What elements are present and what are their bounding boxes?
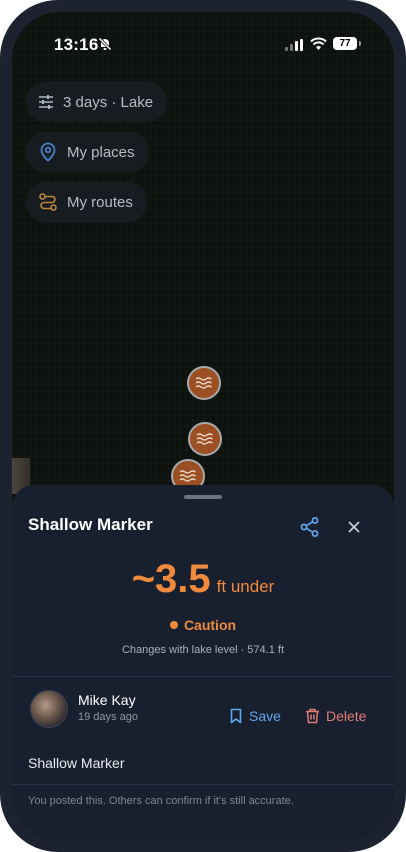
sheet-drag-handle[interactable] <box>184 495 222 499</box>
bell-muted-icon <box>98 37 112 56</box>
map-marker[interactable] <box>187 366 221 400</box>
marker-note: Shallow Marker <box>28 755 125 771</box>
sheet-title: Shallow Marker <box>28 515 153 534</box>
filter-chip-my-routes[interactable]: My routes <box>26 182 147 222</box>
depth-unit: ft under <box>216 577 275 596</box>
depth-reading: ~3.5 ft under <box>12 557 394 602</box>
author-name: Mike Kay <box>78 692 136 708</box>
waves-icon <box>196 433 213 445</box>
screen: 13:16 77 3 days · Lake My places My rout… <box>12 12 394 840</box>
caution-dot-icon <box>169 621 178 629</box>
status-badge: Caution <box>12 617 394 633</box>
bookmark-icon <box>230 708 242 724</box>
ownership-footnote: You posted this. Others can confirm if i… <box>28 795 294 807</box>
phone-frame: 13:16 77 3 days · Lake My places My rout… <box>0 0 406 852</box>
pin-icon <box>40 142 56 162</box>
close-icon[interactable] <box>342 515 366 539</box>
filter-chip-my-places[interactable]: My places <box>26 132 149 172</box>
filter-chip-days-lake[interactable]: 3 days · Lake <box>26 82 168 122</box>
share-icon[interactable] <box>298 515 322 539</box>
marker-detail-sheet: Shallow Marker ~3.5 ft under Caution Chan… <box>12 485 394 840</box>
status-label: Caution <box>183 617 237 633</box>
depth-value: ~3.5 <box>131 557 211 601</box>
sliders-icon <box>39 95 53 109</box>
lake-level-note: Changes with lake level · 574.1 ft <box>121 644 285 656</box>
wifi-icon <box>310 37 327 55</box>
waves-icon <box>195 377 212 389</box>
signal-icon <box>285 38 303 56</box>
save-button[interactable]: Save <box>229 708 281 724</box>
avatar[interactable] <box>30 690 68 728</box>
trash-icon <box>306 708 319 724</box>
status-bar: 13:16 77 <box>12 12 394 72</box>
save-label: Save <box>249 708 281 724</box>
filter-chip-label: My places <box>67 143 135 161</box>
divider <box>12 676 394 677</box>
delete-button[interactable]: Delete <box>305 708 366 724</box>
delete-label: Delete <box>326 708 367 724</box>
status-time: 13:16 <box>54 35 99 54</box>
filter-chip-label: My routes <box>67 193 133 211</box>
waves-icon <box>179 470 196 482</box>
map-marker[interactable] <box>188 422 222 456</box>
route-icon <box>39 193 57 211</box>
battery-indicator: 77 <box>333 37 361 50</box>
filter-chip-label: 3 days · Lake <box>63 93 154 111</box>
divider <box>12 784 394 785</box>
author-timestamp: 19 days ago <box>78 711 138 723</box>
